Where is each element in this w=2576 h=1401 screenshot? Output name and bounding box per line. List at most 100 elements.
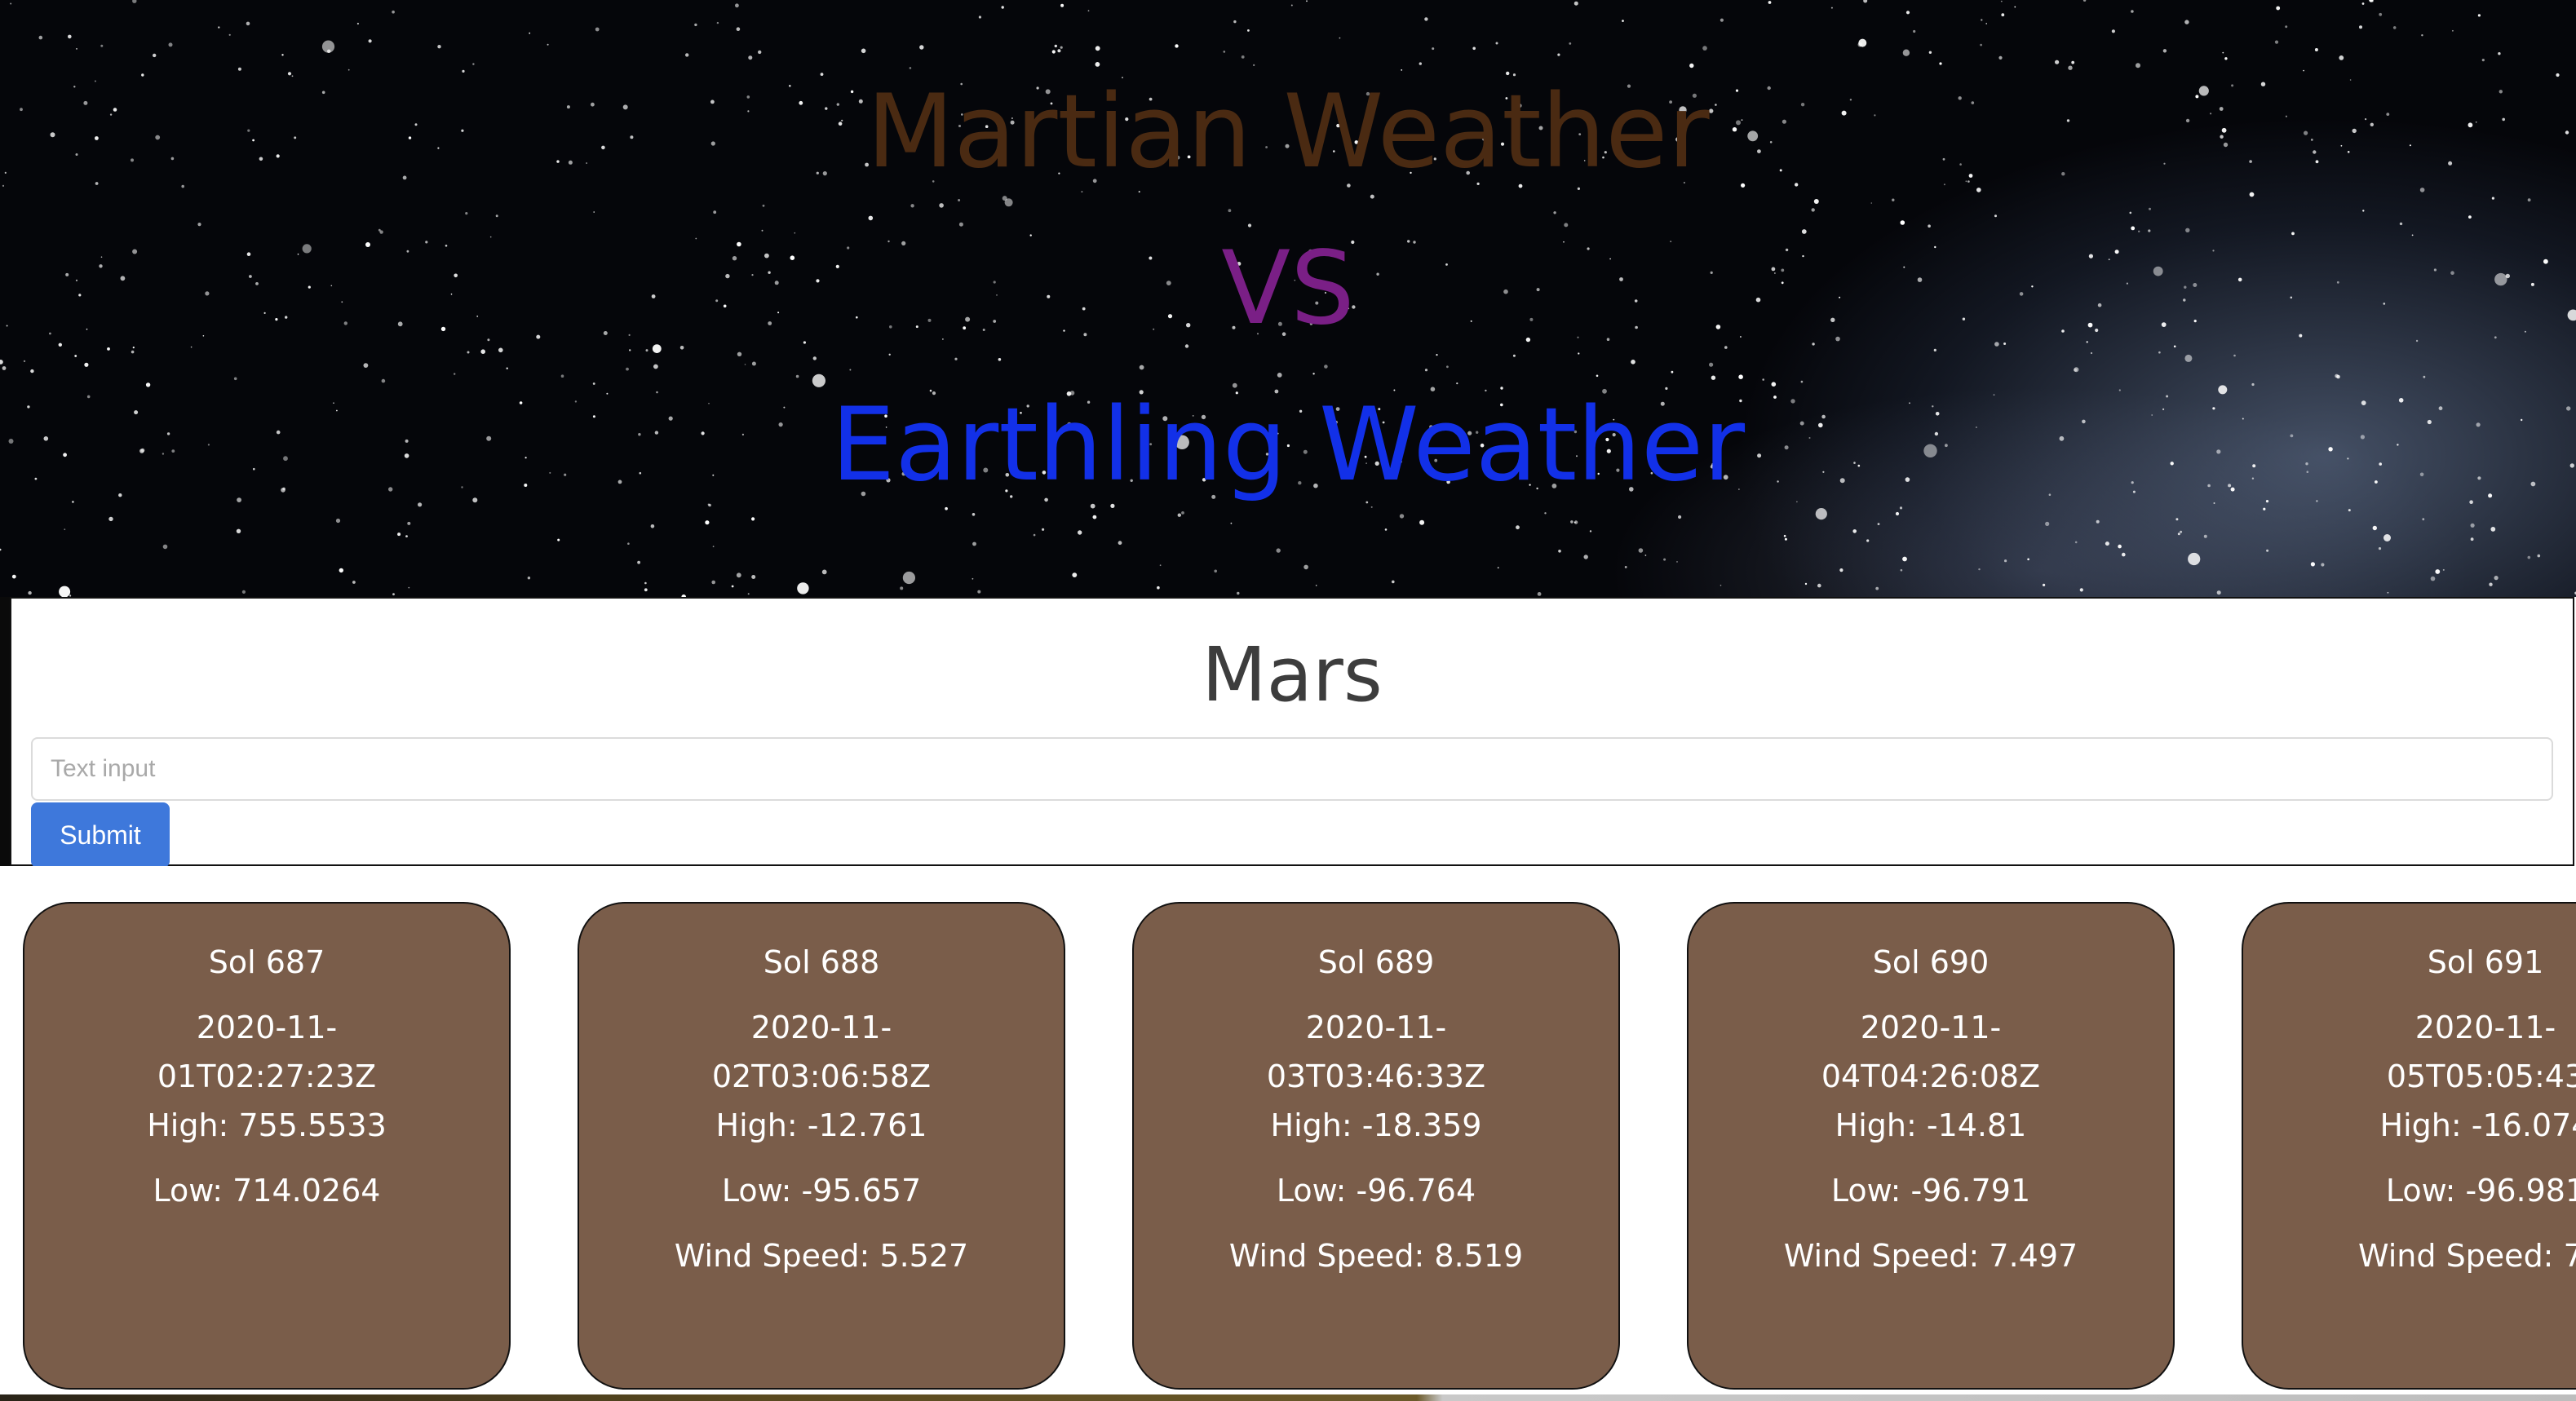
star [1419, 62, 1423, 65]
star [744, 364, 746, 365]
star [141, 73, 144, 77]
star [529, 32, 531, 34]
star [1446, 365, 1449, 369]
star [2422, 518, 2425, 521]
star [910, 204, 914, 208]
star [1569, 42, 1572, 45]
star [2442, 568, 2445, 571]
star [629, 349, 631, 351]
star [1095, 62, 1100, 67]
star [1801, 229, 1807, 234]
star [153, 53, 157, 58]
star [1638, 548, 1644, 553]
wind-speed: Wind Speed: 8.519 [1228, 1238, 1524, 1274]
star [735, 3, 739, 8]
star [2276, 6, 2281, 11]
star [737, 351, 742, 356]
high-temp: High: -14.81 [1835, 1107, 2027, 1143]
star [954, 357, 958, 360]
star [2348, 509, 2351, 512]
star [2423, 375, 2426, 378]
star [1678, 515, 1682, 519]
high-temp: High: 755.5533 [147, 1107, 387, 1143]
star [1181, 511, 1184, 515]
star [1994, 342, 1999, 347]
star [1839, 568, 1843, 572]
star [1573, 1, 1578, 6]
star [656, 391, 658, 394]
star [2490, 527, 2496, 532]
star [705, 520, 710, 525]
star [495, 214, 498, 218]
star [1497, 567, 1499, 569]
star [1804, 582, 1808, 586]
star [2491, 197, 2494, 200]
star [626, 367, 629, 371]
sol-label: Sol 688 [763, 944, 880, 980]
space-header-banner: Martian Weather VS Earthling Weather [0, 0, 2576, 597]
star [197, 223, 201, 227]
star [2361, 2, 2365, 5]
star [1928, 51, 1932, 54]
star [650, 524, 655, 528]
star [1495, 42, 1498, 45]
sol-cards-row: Sol 687 2020-11- 01T02:27:23Z High: 755.… [0, 866, 2576, 1401]
star [736, 572, 741, 578]
low-temp: Low: -95.657 [721, 1173, 922, 1209]
star [821, 569, 827, 575]
star [812, 373, 826, 387]
star [1033, 533, 1036, 537]
star [84, 362, 89, 367]
star [958, 199, 961, 201]
star [1399, 514, 1405, 519]
star [1939, 62, 1942, 65]
star [2468, 215, 2472, 219]
submit-button[interactable]: Submit [31, 802, 170, 868]
star [472, 63, 475, 65]
star [2045, 521, 2050, 527]
star [1933, 348, 1936, 351]
star [1184, 344, 1189, 348]
star [1768, 1, 1772, 4]
star [76, 48, 77, 50]
star [2082, 0, 2087, 2]
star [467, 351, 470, 354]
star [368, 39, 372, 43]
star [132, 347, 135, 349]
star [2111, 29, 2115, 33]
star [1624, 566, 1627, 568]
star [794, 232, 796, 234]
star [795, 374, 799, 378]
star [707, 503, 710, 506]
star [1900, 220, 1905, 225]
star [2218, 385, 2228, 395]
star [347, 69, 350, 71]
star [1771, 382, 1777, 387]
star [2411, 234, 2414, 236]
high-temp: High: -16.074 [2379, 1107, 2576, 1143]
star [506, 367, 508, 369]
star [454, 373, 456, 375]
star [861, 48, 866, 54]
text-input[interactable] [31, 737, 2553, 801]
star [2185, 228, 2190, 232]
star [10, 2, 12, 5]
star [1875, 586, 1879, 590]
star [2378, 547, 2382, 550]
star [2265, 500, 2269, 503]
star [679, 346, 684, 350]
star [2489, 582, 2493, 586]
star [1557, 53, 1560, 56]
star [2027, 558, 2029, 561]
star [1177, 513, 1182, 517]
star [1738, 374, 1743, 380]
sol-card: Sol 687 2020-11- 01T02:27:23Z High: 755.… [23, 902, 511, 1390]
star [2316, 500, 2318, 502]
star [2216, 590, 2221, 595]
star [472, 497, 478, 503]
sol-date: 2020-11- 04T04:26:08Z [1821, 1010, 2041, 1094]
star [2274, 40, 2279, 44]
star [2118, 389, 2121, 391]
star [627, 542, 630, 545]
star [1090, 503, 1095, 509]
